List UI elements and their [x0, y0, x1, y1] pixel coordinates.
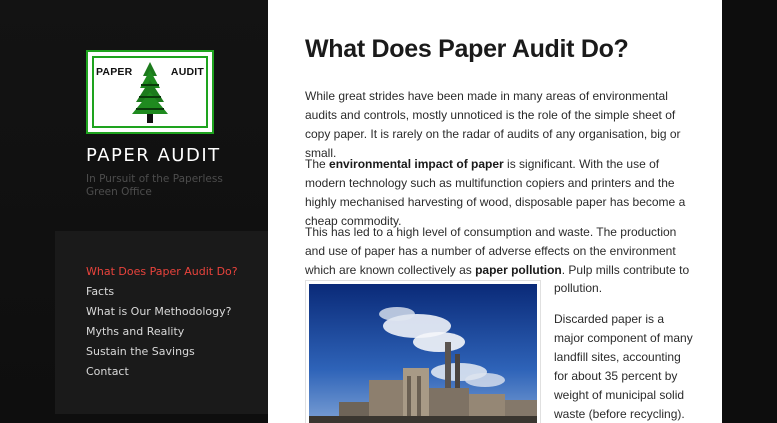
paragraph-2-text-start: The	[305, 157, 330, 171]
right-margin	[722, 0, 777, 423]
paragraph-1: While great strides have been made in ma…	[305, 89, 681, 160]
nav-item-contact[interactable]: Contact	[86, 365, 129, 378]
paragraph-2: The environmental impact of paper is sig…	[305, 155, 695, 231]
site-title[interactable]: PAPER AUDIT	[86, 145, 221, 166]
nav-item-methodology[interactable]: What is Our Methodology?	[86, 305, 231, 318]
nav-item-sustain-the-savings[interactable]: Sustain the Savings	[86, 345, 195, 358]
pulp-mill-photo	[305, 280, 541, 423]
nav-item-facts[interactable]: Facts	[86, 285, 114, 298]
environmental-impact-emphasis: environmental impact of paper	[329, 157, 504, 171]
tree-icon	[132, 62, 168, 123]
nav-item-what-does-paper-audit-do[interactable]: What Does Paper Audit Do?	[86, 265, 238, 278]
logo-word-left: PAPER	[96, 66, 133, 78]
nav-menu	[55, 231, 268, 414]
logo-word-right: AUDIT	[170, 66, 204, 78]
page-title: What Does Paper Audit Do?	[305, 35, 629, 63]
paper-pollution-emphasis: paper pollution	[475, 263, 562, 277]
paragraph-4: Discarded paper is a major component of …	[554, 312, 693, 421]
paragraph-3-continued: pollution.	[554, 281, 603, 295]
nav-item-myths-and-reality[interactable]: Myths and Reality	[86, 325, 184, 338]
site-tagline: In Pursuit of the Paperless Green Office	[86, 173, 223, 198]
main-content: What Does Paper Audit Do? While great st…	[268, 0, 722, 423]
site-logo[interactable]: PAPER AUDIT	[86, 50, 214, 134]
